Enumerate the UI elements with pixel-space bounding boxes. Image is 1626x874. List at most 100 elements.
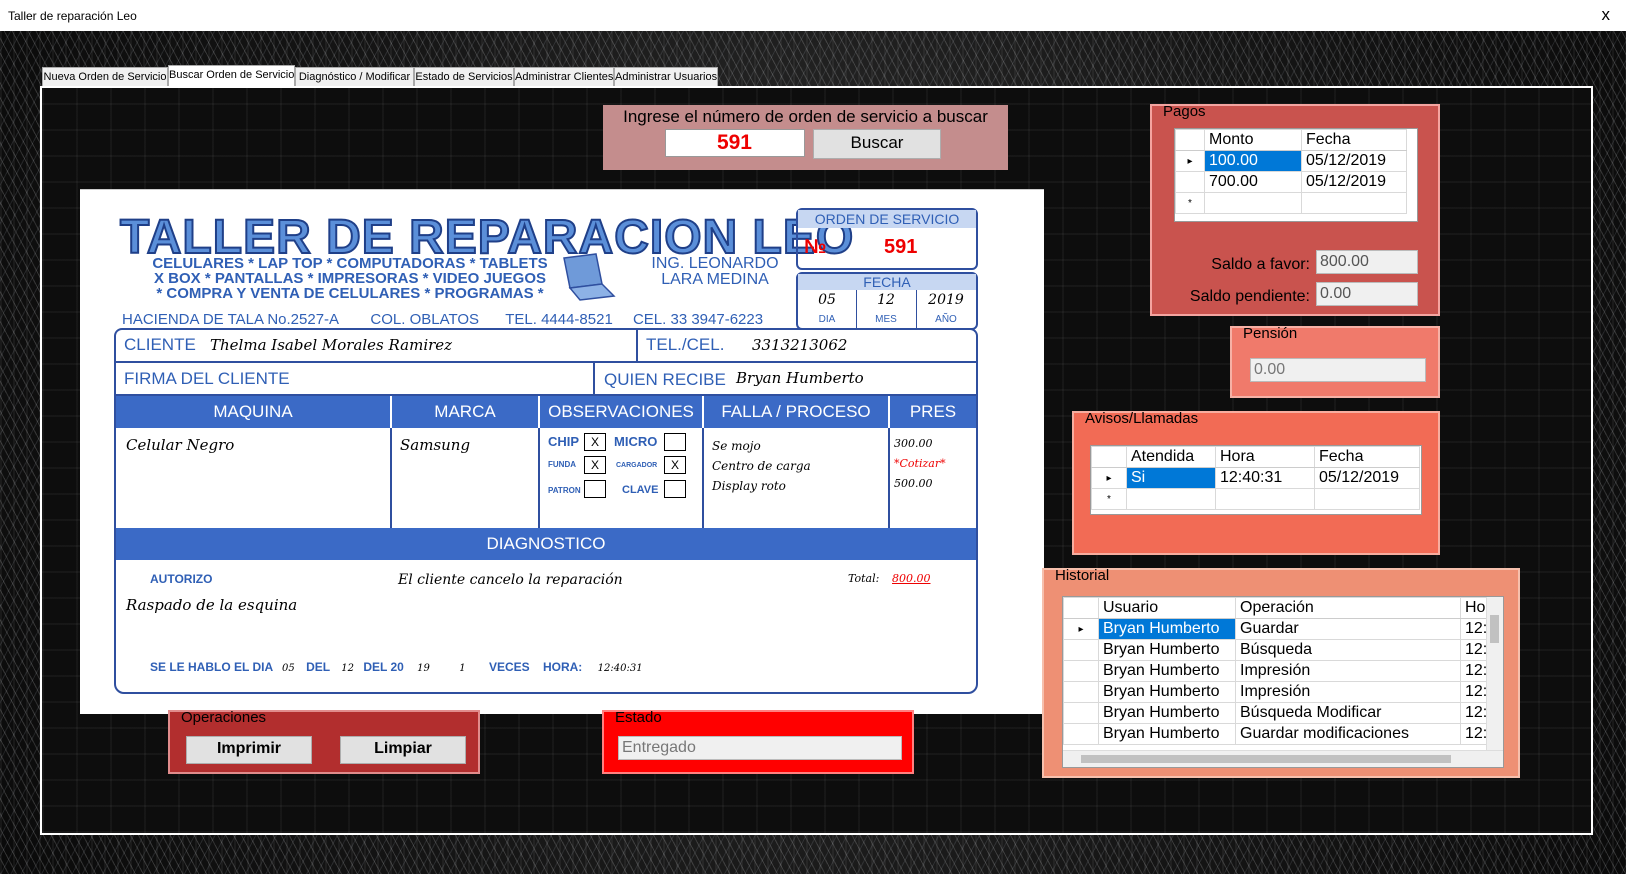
- col-marca: MARCA: [392, 396, 538, 428]
- tab-buscar-orden[interactable]: Buscar Orden de Servicio: [168, 65, 295, 87]
- new-row-icon: *: [1175, 192, 1205, 214]
- pagos-header-row: Monto Fecha: [1175, 129, 1407, 151]
- row-header: [1063, 660, 1099, 682]
- autorizo-value: Raspado de la esquina: [126, 596, 298, 614]
- col-monto[interactable]: Monto: [1204, 129, 1302, 151]
- historial-grid[interactable]: Usuario Operación Ho ▸ Bryan Humberto Gu…: [1062, 596, 1504, 768]
- total-label: Total:: [848, 572, 880, 585]
- row-header: [1063, 702, 1099, 724]
- laptop-icon: [563, 253, 616, 301]
- historial-row[interactable]: Bryan Humberto Guardar modificaciones 12…: [1063, 723, 1498, 745]
- table-divider-3: [702, 428, 704, 528]
- footer-hora-label: HORA:: [542, 660, 583, 674]
- tab-nueva-orden[interactable]: Nueva Orden de Servicio: [42, 67, 168, 87]
- autorizo-label: AUTORIZO: [150, 572, 213, 586]
- date-month-label: MES: [875, 314, 897, 325]
- date-year-label: AÑO: [935, 314, 957, 325]
- avisos-cell-empty[interactable]: [1126, 488, 1216, 510]
- imprimir-button[interactable]: Imprimir: [186, 736, 312, 764]
- avisos-cell-fecha[interactable]: 05/12/2019: [1314, 467, 1420, 489]
- horizontal-scrollbar[interactable]: [1063, 750, 1503, 767]
- avisos-cell-atendida[interactable]: Si: [1126, 467, 1216, 489]
- search-group: Ingrese el número de orden de servicio a…: [603, 105, 1008, 170]
- historial-row[interactable]: ▸ Bryan Humberto Guardar 12:: [1063, 618, 1498, 640]
- pagos-cell-empty[interactable]: [1301, 192, 1407, 214]
- vertical-scroll-thumb[interactable]: [1490, 615, 1499, 643]
- avisos-cell-hora[interactable]: 12:40:31: [1215, 467, 1315, 489]
- estado-field[interactable]: Entregado: [618, 736, 902, 760]
- avisos-new-row[interactable]: *: [1091, 488, 1420, 510]
- address-street: HACIENDA DE TALA No.2527-A: [122, 311, 339, 328]
- historial-cell-operacion[interactable]: Búsqueda: [1235, 639, 1461, 661]
- avisos-grid[interactable]: Atendida Hora Fecha ▸ Si 12:40:31 05/12/…: [1090, 445, 1422, 515]
- historial-row[interactable]: Bryan Humberto Impresión 12:: [1063, 681, 1498, 703]
- pagos-cell-monto[interactable]: 700.00: [1204, 171, 1302, 193]
- pagos-cell-fecha[interactable]: 05/12/2019: [1301, 150, 1407, 172]
- services-line-1: CELULARES * LAP TOP * COMPUTADORAS * TAB…: [152, 255, 548, 272]
- date-day-label: DIA: [818, 314, 836, 325]
- historial-cell-operacion[interactable]: Guardar modificaciones: [1235, 723, 1461, 745]
- services-list: CELULARES * LAP TOP * COMPUTADORAS * TAB…: [140, 256, 560, 301]
- saldo-favor-field[interactable]: 800.00: [1316, 250, 1418, 274]
- pagos-cell-monto[interactable]: 100.00: [1204, 150, 1302, 172]
- pagos-row[interactable]: 700.00 05/12/2019: [1175, 171, 1407, 193]
- estado-group: Estado Entregado: [602, 709, 914, 774]
- pres-3: 500.00: [894, 477, 933, 490]
- tab-administrar-usuarios[interactable]: Administrar Usuarios: [614, 67, 718, 87]
- historial-cell-usuario[interactable]: Bryan Humberto: [1098, 639, 1236, 661]
- pagos-cell-fecha[interactable]: 05/12/2019: [1301, 171, 1407, 193]
- avisos-cell-empty[interactable]: [1215, 488, 1315, 510]
- window-title: Taller de reparación Leo: [8, 9, 137, 23]
- row-header-corner: [1091, 446, 1127, 468]
- falla-3: Display roto: [712, 479, 786, 493]
- order-number-input[interactable]: 591: [665, 129, 805, 157]
- owner-line-1: ING. LEONARDO: [651, 255, 779, 272]
- historial-row[interactable]: Bryan Humberto Búsqueda Modificar 12:: [1063, 702, 1498, 724]
- historial-row[interactable]: Bryan Humberto Búsqueda 12:: [1063, 639, 1498, 661]
- table-divider-2: [538, 428, 540, 528]
- owner-line-2: LARA MEDINA: [661, 271, 769, 288]
- col-atendida[interactable]: Atendida: [1126, 446, 1216, 468]
- historial-row[interactable]: Bryan Humberto Impresión 12:: [1063, 660, 1498, 682]
- horizontal-scroll-thumb[interactable]: [1081, 755, 1451, 763]
- historial-cell-usuario[interactable]: Bryan Humberto: [1098, 723, 1236, 745]
- close-button[interactable]: x: [1602, 5, 1611, 25]
- col-operacion[interactable]: Operación: [1235, 597, 1461, 619]
- row-header-corner: [1063, 597, 1099, 619]
- avisos-cell-empty[interactable]: [1314, 488, 1420, 510]
- avisos-row[interactable]: ▸ Si 12:40:31 05/12/2019: [1091, 467, 1420, 489]
- historial-cell-usuario[interactable]: Bryan Humberto: [1098, 618, 1236, 640]
- col-maquina: MAQUINA: [116, 396, 390, 428]
- col-usuario[interactable]: Usuario: [1098, 597, 1236, 619]
- saldo-pendiente-field[interactable]: 0.00: [1316, 282, 1418, 306]
- date-year: 2019: [928, 292, 964, 308]
- vertical-scrollbar[interactable]: [1486, 597, 1503, 751]
- pagos-cell-empty[interactable]: [1204, 192, 1302, 214]
- col-fecha[interactable]: Fecha: [1301, 129, 1407, 151]
- pension-field[interactable]: 0.00: [1250, 358, 1426, 382]
- tab-administrar-clientes[interactable]: Administrar Clientes: [514, 67, 614, 87]
- historial-cell-operacion[interactable]: Guardar: [1235, 618, 1461, 640]
- pagos-row[interactable]: ▸ 100.00 05/12/2019: [1175, 150, 1407, 172]
- buscar-button[interactable]: Buscar: [813, 129, 941, 159]
- pension-title: Pensión: [1243, 325, 1298, 342]
- tab-estado-servicios[interactable]: Estado de Servicios: [414, 67, 514, 87]
- col-fecha[interactable]: Fecha: [1314, 446, 1420, 468]
- pagos-new-row[interactable]: *: [1175, 192, 1407, 214]
- limpiar-button[interactable]: Limpiar: [340, 736, 466, 764]
- operaciones-group: Operaciones Imprimir Limpiar: [168, 709, 480, 774]
- historial-cell-usuario[interactable]: Bryan Humberto: [1098, 702, 1236, 724]
- avisos-title: Avisos/Llamadas: [1085, 410, 1199, 427]
- tab-diagnostico[interactable]: Diagnóstico / Modificar: [295, 67, 414, 87]
- address-col: COL. OBLATOS: [370, 311, 480, 328]
- avisos-group: Avisos/Llamadas Atendida Hora Fecha ▸ Si…: [1072, 410, 1440, 555]
- avisos-header-row: Atendida Hora Fecha: [1091, 446, 1420, 468]
- historial-cell-operacion[interactable]: Búsqueda Modificar: [1235, 702, 1461, 724]
- historial-cell-usuario[interactable]: Bryan Humberto: [1098, 660, 1236, 682]
- historial-cell-operacion[interactable]: Impresión: [1235, 681, 1461, 703]
- col-hora[interactable]: Hora: [1215, 446, 1315, 468]
- historial-cell-usuario[interactable]: Bryan Humberto: [1098, 681, 1236, 703]
- historial-cell-operacion[interactable]: Impresión: [1235, 660, 1461, 682]
- pagos-grid[interactable]: Monto Fecha ▸ 100.00 05/12/2019 700.00 0…: [1174, 128, 1418, 222]
- clave-checkbox: [664, 480, 686, 498]
